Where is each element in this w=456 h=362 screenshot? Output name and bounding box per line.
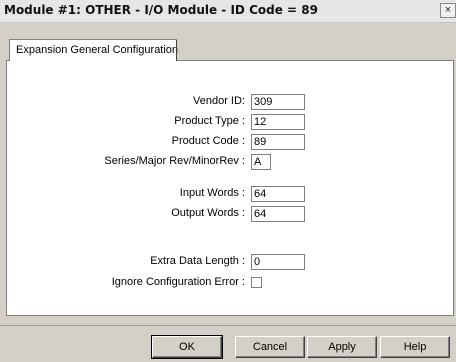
- help-button[interactable]: Help: [380, 336, 450, 358]
- product-code-field[interactable]: [251, 134, 305, 150]
- extra-data-length-field[interactable]: [251, 254, 305, 270]
- tab-panel: Vendor ID: Product Type : Product Code :…: [6, 60, 454, 316]
- product-code-label: Product Code :: [171, 135, 245, 147]
- series-rev-field[interactable]: [251, 154, 271, 170]
- output-words-field[interactable]: [251, 206, 305, 222]
- title-bar[interactable]: Module #1: OTHER - I/O Module - ID Code …: [0, 0, 456, 23]
- ignore-config-error-label: Ignore Configuration Error :: [111, 276, 245, 288]
- input-words-label: Input Words :: [179, 187, 245, 199]
- vendor-id-field[interactable]: [251, 94, 305, 110]
- window-title: Module #1: OTHER - I/O Module - ID Code …: [4, 3, 318, 17]
- product-type-field[interactable]: [251, 114, 305, 130]
- ok-button[interactable]: OK: [151, 335, 223, 359]
- close-icon[interactable]: ×: [440, 3, 456, 18]
- series-rev-label: Series/Major Rev/MinorRev :: [104, 155, 245, 167]
- apply-button[interactable]: Apply: [307, 336, 377, 358]
- tab-shadow: [176, 40, 177, 61]
- vendor-id-label: Vendor ID:: [193, 95, 245, 107]
- tab-expansion-general-configuration[interactable]: Expansion General Configuration: [9, 39, 179, 61]
- button-bar-separator: [0, 325, 456, 326]
- cancel-button[interactable]: Cancel: [235, 336, 305, 358]
- ignore-config-error-checkbox[interactable]: [251, 277, 262, 288]
- output-words-label: Output Words :: [171, 207, 245, 219]
- input-words-field[interactable]: [251, 186, 305, 202]
- extra-data-length-label: Extra Data Length :: [150, 255, 245, 267]
- product-type-label: Product Type :: [174, 115, 245, 127]
- dialog-window: Module #1: OTHER - I/O Module - ID Code …: [0, 0, 456, 362]
- tab-label: Expansion General Configuration: [16, 44, 179, 56]
